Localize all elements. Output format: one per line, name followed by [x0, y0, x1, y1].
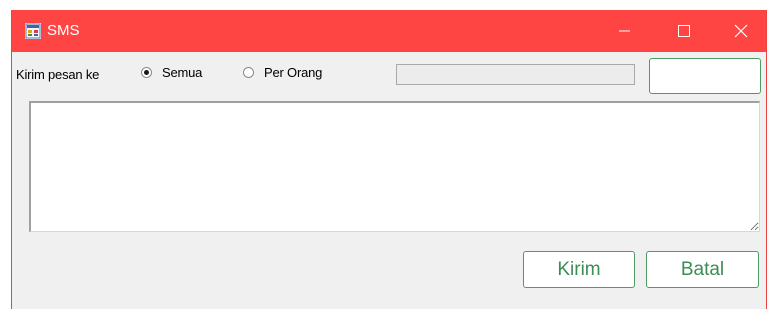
radio-semua-label[interactable]: Semua	[162, 65, 202, 80]
radio-per-orang-label[interactable]: Per Orang	[264, 65, 322, 80]
radio-checked-icon[interactable]	[141, 67, 152, 78]
lookup-button[interactable]	[649, 58, 761, 94]
recipient-field[interactable]	[396, 64, 635, 85]
recipient-label: Kirim pesan ke	[16, 67, 100, 82]
minimize-button[interactable]	[596, 10, 654, 52]
minimize-icon	[619, 30, 630, 32]
close-icon	[734, 24, 748, 38]
cancel-button[interactable]: Batal	[646, 251, 759, 288]
maximize-icon	[678, 25, 690, 37]
maximize-button[interactable]	[655, 10, 713, 52]
radio-semua[interactable]: Semua	[141, 65, 202, 80]
radio-unchecked-icon[interactable]	[243, 67, 254, 78]
radio-per-orang[interactable]: Per Orang	[243, 65, 322, 80]
close-button[interactable]	[712, 10, 767, 52]
send-button[interactable]: Kirim	[523, 251, 635, 288]
title-bar[interactable]: SMS	[12, 10, 766, 52]
message-textarea[interactable]	[29, 101, 760, 232]
window-title: SMS	[47, 22, 80, 39]
app-window-icon	[25, 23, 41, 39]
